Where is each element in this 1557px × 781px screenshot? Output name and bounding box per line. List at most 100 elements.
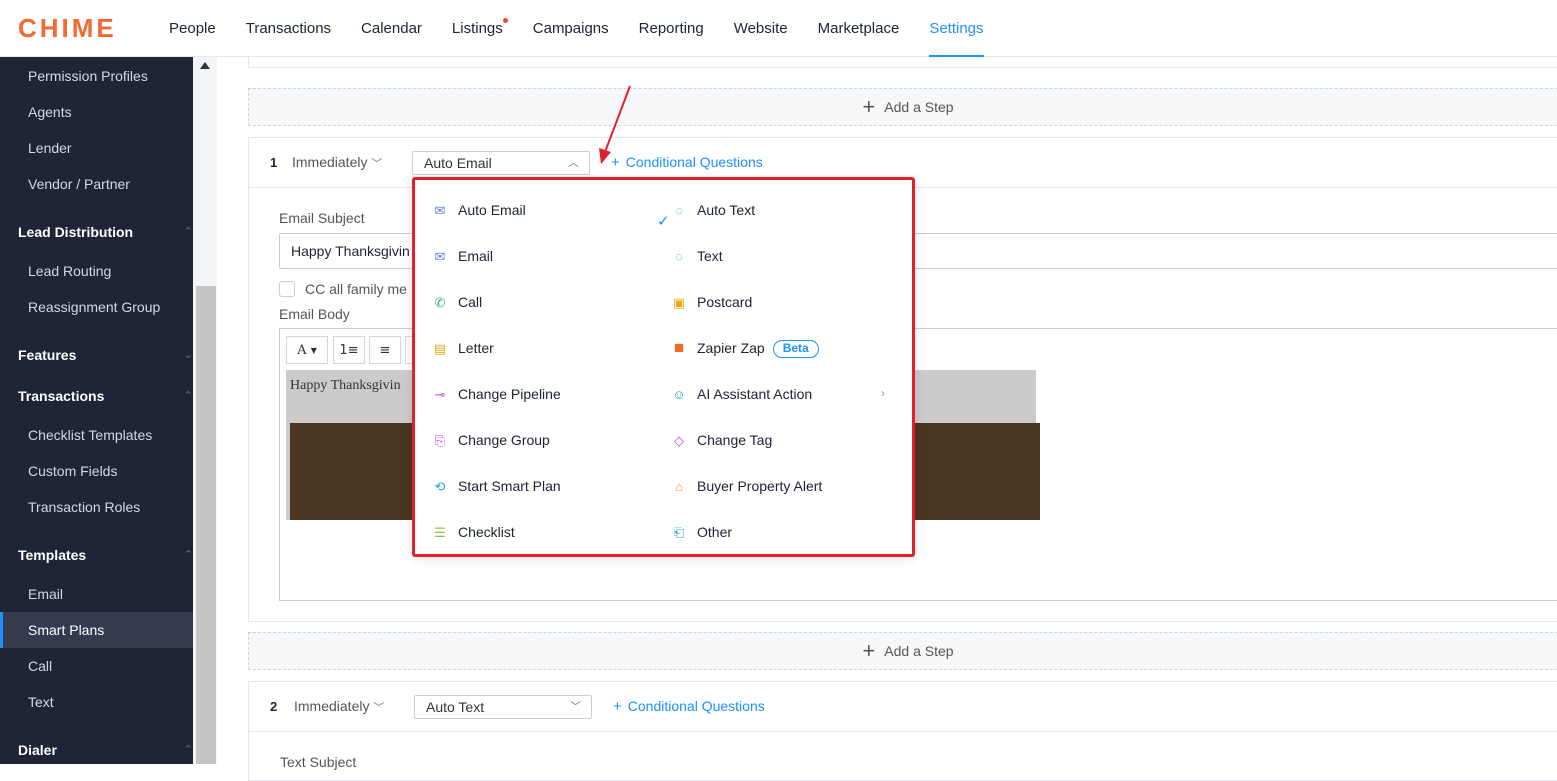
dropdown-item-label: Auto Email <box>458 202 526 218</box>
action-type-value: Auto Text <box>426 699 485 715</box>
sidebar-item-lead-routing[interactable]: Lead Routing <box>0 253 193 289</box>
sidebar-group-label: Features <box>18 347 77 363</box>
action-type-select[interactable]: Auto Email ︿ <box>412 151 590 175</box>
nav-people[interactable]: People <box>169 0 216 57</box>
action-type-select[interactable]: Auto Text ﹀ <box>414 695 592 719</box>
annotation-arrow <box>599 85 631 164</box>
dropdown-item-auto-email[interactable]: ✉ Auto Email ✓ <box>432 192 670 230</box>
dropdown-item-auto-text[interactable]: ◌ Auto Text <box>671 192 755 228</box>
timing-dropdown[interactable]: Immediately ﹀ <box>294 698 384 715</box>
text-icon: ◌ <box>675 249 683 264</box>
dropdown-item-email[interactable]: ✉ Email <box>432 238 493 274</box>
dropdown-item-label: Call <box>458 294 483 310</box>
sidebar-item-transaction-roles[interactable]: Transaction Roles <box>0 489 193 525</box>
scroll-up-arrow-icon[interactable] <box>200 62 210 69</box>
email-subject-label: Email Subject <box>279 210 365 226</box>
sidebar-item-call[interactable]: Call <box>0 648 193 684</box>
dropdown-item-checklist[interactable]: ☰ Checklist <box>432 514 515 550</box>
sidebar-item-smart-plans[interactable]: Smart Plans <box>0 612 193 648</box>
add-step-label: Add a Step <box>884 99 954 115</box>
sidebar-group-lead-distribution[interactable]: Lead Distribution ⌃ <box>0 214 193 250</box>
font-format-button[interactable]: A ▼ <box>286 336 328 364</box>
dropdown-item-buyer-property-alert[interactable]: ⌂ Buyer Property Alert <box>671 468 822 504</box>
sidebar-item-reassignment-group[interactable]: Reassignment Group <box>0 289 193 325</box>
sidebar-item-custom-fields[interactable]: Custom Fields <box>0 453 193 489</box>
dropdown-item-label: Email <box>458 248 494 264</box>
dropdown-item-ai-assistant-action[interactable]: ☺ AI Assistant Action <box>671 376 896 412</box>
dropdown-item-call[interactable]: ✆ Call <box>432 284 483 320</box>
timing-label: Immediately <box>294 698 370 714</box>
sidebar-group-templates[interactable]: Templates ⌃ <box>0 537 193 573</box>
add-step-button[interactable]: + Add a Step <box>248 632 1557 670</box>
dropdown-item-label: Text <box>697 248 723 264</box>
dropdown-item-postcard[interactable]: ▣ Postcard <box>671 284 752 320</box>
sidebar-item-agents[interactable]: Agents <box>0 94 193 130</box>
sidebar-group-transactions[interactable]: Transactions ⌃ <box>0 378 193 414</box>
dropdown-item-text[interactable]: ◌ Text <box>671 238 723 274</box>
nav-calendar[interactable]: Calendar <box>361 0 422 57</box>
caret-down-icon: ▼ <box>310 345 317 355</box>
dropdown-item-label: Other <box>697 524 733 540</box>
dropdown-item-label: Change Pipeline <box>458 386 561 402</box>
add-step-button[interactable]: + Add a Step <box>248 88 1557 126</box>
cc-family-label: CC all family me <box>305 281 407 297</box>
chime-logo[interactable]: CHIME <box>18 13 117 44</box>
email-icon: ✉ <box>434 249 446 264</box>
dropdown-item-label: Zapier Zap <box>697 340 765 356</box>
dropdown-item-label: Auto Text <box>697 202 756 218</box>
auto-email-icon: ✉ <box>434 203 446 218</box>
conditional-questions-label: Conditional Questions <box>625 154 763 170</box>
conditional-questions-link[interactable]: + Conditional Questions <box>613 698 765 715</box>
sidebar-group-features[interactable]: Features ⌄ <box>0 337 193 373</box>
plus-icon: + <box>862 638 876 663</box>
sidebar-item-lender[interactable]: Lender <box>0 130 193 166</box>
ai-assistant-icon: ☺ <box>672 387 686 402</box>
sidebar-item-vendor-partner[interactable]: Vendor / Partner <box>0 166 193 202</box>
nav-marketplace[interactable]: Marketplace <box>818 0 900 57</box>
nav-campaigns[interactable]: Campaigns <box>533 0 609 57</box>
settings-sidebar: Permission Profiles Agents Lender Vendor… <box>0 57 193 764</box>
sidebar-group-dialer[interactable]: Dialer ⌃ <box>0 732 193 764</box>
dropdown-item-label: Start Smart Plan <box>458 478 561 494</box>
dropdown-item-other[interactable]: ⎗ Other <box>671 514 732 550</box>
nav-website[interactable]: Website <box>734 0 788 57</box>
chevron-down-icon: ⌄ <box>183 349 193 361</box>
nav-transactions[interactable]: Transactions <box>246 0 331 57</box>
ordered-list-button[interactable]: 1≡ <box>333 336 365 364</box>
text-subject-label: Text Subject <box>280 754 357 770</box>
phone-icon: ✆ <box>434 295 446 310</box>
dropdown-item-change-tag[interactable]: ◇ Change Tag <box>671 422 772 458</box>
dropdown-item-letter[interactable]: ▤ Letter <box>432 330 494 366</box>
dropdown-item-label: Letter <box>458 340 494 356</box>
sidebar-item-permission-profiles[interactable]: Permission Profiles <box>0 58 193 94</box>
action-type-value: Auto Email <box>424 155 492 171</box>
sidebar-scrollbar-thumb[interactable] <box>196 286 216 764</box>
dropdown-item-change-pipeline[interactable]: ⊸ Change Pipeline <box>432 376 561 412</box>
nav-listings[interactable]: Listings <box>452 0 508 57</box>
nav-settings[interactable]: Settings <box>929 0 984 57</box>
chevron-right-icon: › <box>881 386 885 400</box>
email-body-text: Happy Thanksgivin <box>290 378 401 393</box>
dropdown-item-change-group[interactable]: ⎘ Change Group <box>432 422 550 458</box>
other-icon: ⎗ <box>673 525 685 540</box>
plus-icon: + <box>862 94 876 119</box>
dropdown-item-label: Change Tag <box>697 432 773 448</box>
bullet-list-button[interactable]: ≡ <box>369 336 401 364</box>
sidebar-item-email[interactable]: Email <box>0 576 193 612</box>
chevron-down-icon: ﹀ <box>373 702 385 714</box>
chevron-down-icon: ﹀ <box>371 158 383 170</box>
sidebar-group-label: Transactions <box>18 388 105 404</box>
chevron-up-icon: ⌃ <box>183 390 193 402</box>
checklist-icon: ☰ <box>434 525 446 540</box>
nav-reporting[interactable]: Reporting <box>639 0 704 57</box>
previous-step-card <box>248 57 1557 68</box>
beta-badge: Beta <box>772 340 819 359</box>
dropdown-item-zapier-zap[interactable]: ■ Zapier Zap Beta <box>671 330 819 366</box>
cc-family-checkbox[interactable] <box>279 281 295 297</box>
sidebar-item-checklist-templates[interactable]: Checklist Templates <box>0 417 193 453</box>
step-card-2: 2 Immediately ﹀ Auto Text ﹀ + Conditional… <box>248 681 1557 781</box>
timing-dropdown[interactable]: Immediately ﹀ <box>292 154 382 171</box>
dropdown-item-start-smart-plan[interactable]: ⟲ Start Smart Plan <box>432 468 561 504</box>
auto-text-icon: ◌ <box>675 203 683 218</box>
sidebar-item-text[interactable]: Text <box>0 684 193 720</box>
